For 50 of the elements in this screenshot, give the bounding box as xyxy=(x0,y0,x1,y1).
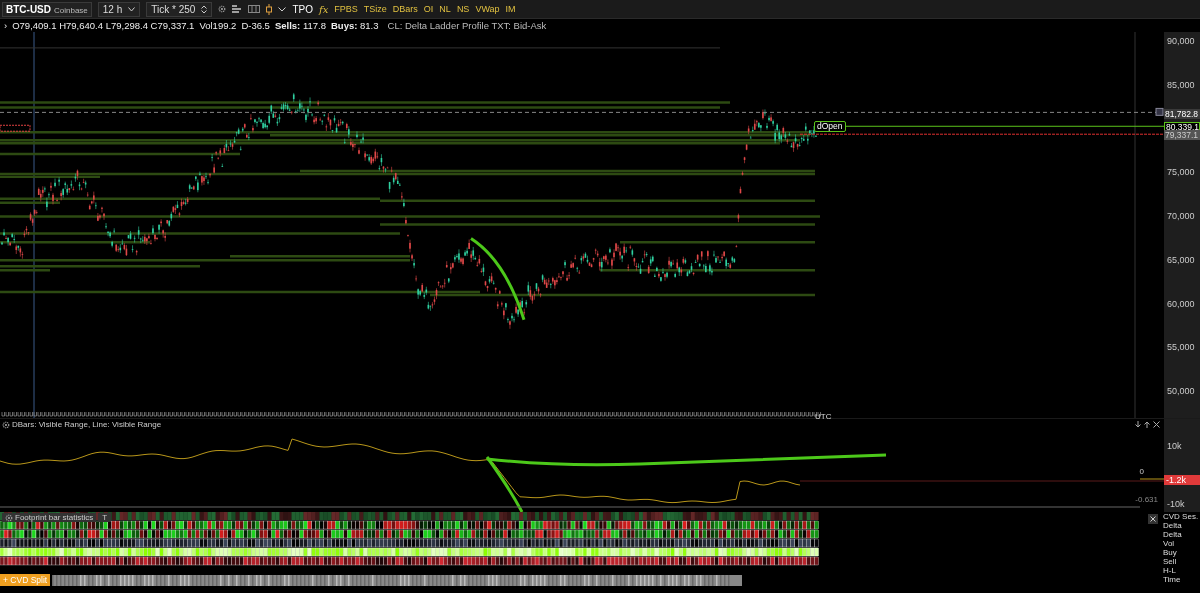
indicator-toggle[interactable]: IM xyxy=(505,4,516,14)
formula-button[interactable]: fx xyxy=(318,3,329,15)
indicator-toggle[interactable]: OI xyxy=(423,4,434,14)
legend-label: Vol xyxy=(1163,539,1176,548)
legend-label: Time xyxy=(1163,575,1182,584)
indicator-toggle[interactable]: DBars xyxy=(392,4,418,14)
legend-label: Delta xyxy=(1163,521,1183,530)
legend-label: CVD Ses. xyxy=(1163,512,1200,521)
min-label: -0.631 xyxy=(1135,495,1158,504)
stat-value: Sells: 117.8 xyxy=(274,20,326,31)
time-zone-label: UTC xyxy=(815,412,832,421)
price-tick: 75,000 xyxy=(1167,167,1195,178)
legend-label: Delta xyxy=(1163,530,1183,539)
daily-open-tag: dOpen xyxy=(814,121,846,132)
symbol-label: BTC-USD xyxy=(6,3,51,15)
last-value-badge: -1.2k xyxy=(1164,475,1200,485)
delta-value: D-36.5 xyxy=(241,20,270,31)
price-tick: 70,000 xyxy=(1167,211,1195,221)
expand-button[interactable]: › xyxy=(4,20,8,31)
price-tick: 90,000 xyxy=(1167,36,1195,46)
price-marker: 79,337.1 xyxy=(1164,130,1200,140)
price-marker: 81,782.8 xyxy=(1164,109,1200,119)
legend-label: Sell xyxy=(1163,557,1178,566)
exchange-label: Coinbase xyxy=(54,5,88,15)
legend-label: Buy xyxy=(1163,548,1178,557)
price-tick: 85,000 xyxy=(1167,79,1195,90)
volume-value: Vol199.2 xyxy=(199,20,237,31)
value-tick: -10k xyxy=(1167,499,1185,509)
indicator-toggle[interactable]: NL xyxy=(439,4,451,14)
study-description: CL: Delta Ladder Profile TXT: Bid-Ask xyxy=(387,20,547,31)
tick-size-spinner[interactable]: Tick * 250 xyxy=(146,1,213,17)
value-tick: 10k xyxy=(1167,441,1182,451)
symbol-selector[interactable]: BTC-USD Coinbase xyxy=(2,1,92,17)
ohlc-values: O79,409.1 H79,640.4 L79,298.4 C79,337.1 xyxy=(12,20,195,31)
stat-value: Buys: 81.3 xyxy=(331,20,379,31)
price-tick: 60,000 xyxy=(1167,298,1195,309)
price-tick: 55,000 xyxy=(1167,342,1195,353)
indicator-toggle[interactable]: NS xyxy=(456,4,470,14)
toggle-button[interactable]: T xyxy=(98,513,112,522)
price-tick: 65,000 xyxy=(1167,254,1195,265)
legend-label: H-L xyxy=(1163,566,1177,575)
indicator-toggle[interactable]: FPBS xyxy=(334,4,358,14)
indicator-toggle[interactable]: TSize xyxy=(363,4,387,14)
indicator-toggle[interactable]: VWap xyxy=(475,4,500,14)
zero-label: 0 xyxy=(1139,467,1144,476)
panel-title: DBars: Visible Range, Line: Visible Range xyxy=(12,420,162,429)
timeframe-dropdown[interactable]: 12 h xyxy=(97,1,141,17)
price-tick: 50,000 xyxy=(1167,386,1195,396)
footprint-title: Footprint bar statistics xyxy=(2,513,97,522)
tpo-button[interactable]: TPO xyxy=(292,3,313,15)
